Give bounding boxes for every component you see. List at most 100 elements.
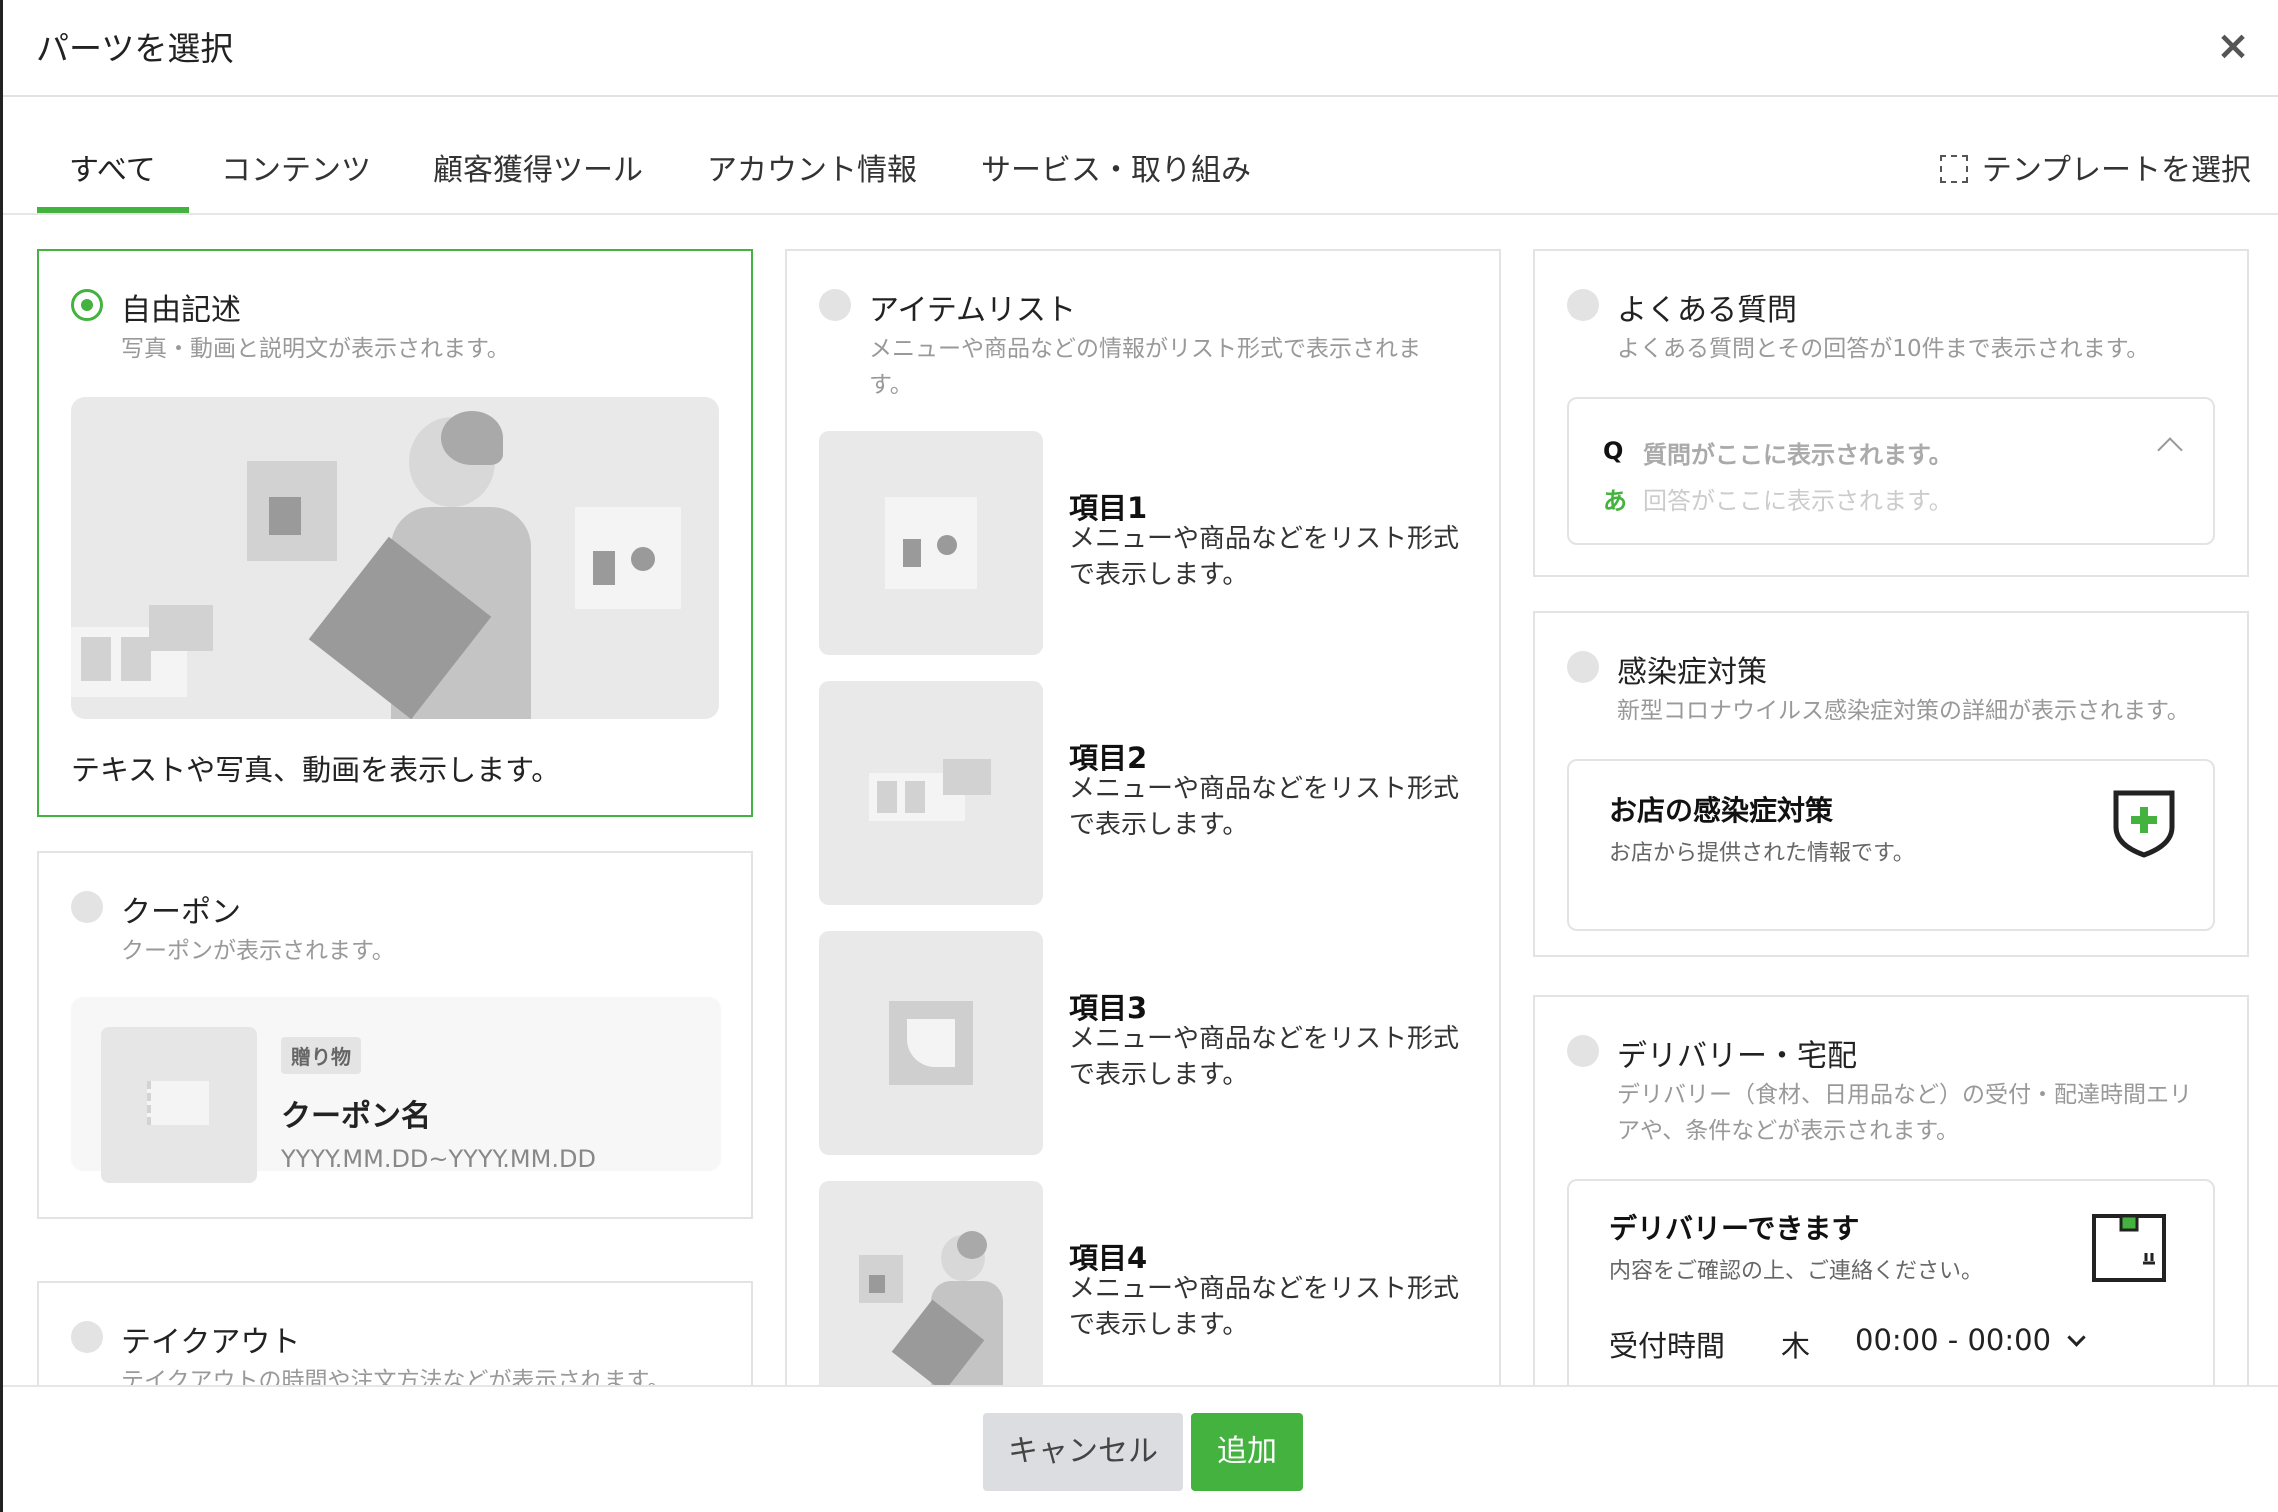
thumb-frame (885, 497, 977, 589)
card-title: テイクアウト (121, 1325, 301, 1360)
delivery-hours: 00:00 - 00:00 (1855, 1323, 2052, 1357)
coupon-image (101, 1027, 257, 1183)
parts-grid: 自由記述 写真・動画と説明文が表示されます。 テキストや写真、動画を表示します。 (3, 215, 2278, 1385)
template-icon (1939, 154, 1968, 183)
card-description: 写真・動画と説明文が表示されます。 (121, 336, 510, 362)
infection-box-desc: お店から提供された情報です。 (1609, 841, 1915, 866)
illustration-frame-right (575, 507, 681, 609)
thumb-shape (903, 539, 921, 567)
radio-coupon[interactable] (71, 891, 103, 923)
item-4-thumbnail (819, 1181, 1043, 1385)
illustration-card-tile (81, 637, 111, 681)
faq-question: 質問がここに表示されます。 (1643, 441, 1953, 469)
dialog-footer: キャンセル 追加 (3, 1385, 2278, 1512)
radio-infection-measures[interactable] (1567, 651, 1599, 683)
radio-takeout[interactable] (71, 1321, 103, 1353)
tab-contents[interactable]: コンテンツ (221, 145, 371, 189)
radio-item-list[interactable] (819, 289, 851, 321)
card-title: デリバリー・宅配 (1617, 1039, 1857, 1074)
item-2-thumbnail (819, 681, 1043, 905)
coupon-period: YYYY.MM.DD~YYYY.MM.DD (281, 1145, 596, 1173)
thumb-tile (905, 781, 925, 813)
delivery-preview: デリバリーできます 内容をご確認の上、ご連絡ください。 受付時間 木 00:00… (1567, 1179, 2215, 1385)
parts-select-dialog: パーツを選択 × すべて コンテンツ 顧客獲得ツール アカウント情報 サービス・… (0, 0, 2278, 1512)
cancel-button[interactable]: キャンセル (983, 1413, 1183, 1491)
item-2-desc-line1: メニューや商品などをリスト形式 (1069, 774, 1460, 804)
faq-a-mark: あ (1603, 487, 1627, 515)
illustration-shape (269, 497, 301, 535)
tab-customer-acquisition[interactable]: 顧客獲得ツール (433, 145, 643, 189)
card-description-line1: デリバリー（食材、日用品など）の受付・配達時間エリ (1617, 1082, 2192, 1108)
illustration-card-overlay (149, 605, 213, 651)
free-text-illustration (71, 397, 719, 719)
card-description-line2: アや、条件などが表示されます。 (1617, 1118, 1960, 1144)
card-description: クーポンが表示されます。 (121, 938, 395, 964)
card-title: クーポン (121, 895, 241, 930)
tab-account-info[interactable]: アカウント情報 (707, 145, 917, 189)
faq-q-mark: Q (1603, 437, 1624, 465)
delivery-box-desc: 内容をご確認の上、ご連絡ください。 (1609, 1259, 1984, 1284)
part-card-free-text[interactable]: 自由記述 写真・動画と説明文が表示されます。 テキストや写真、動画を表示します。 (37, 249, 753, 817)
infection-box-title: お店の感染症対策 (1609, 794, 1834, 827)
delivery-box-icon (2092, 1214, 2166, 1282)
part-card-infection-measures[interactable]: 感染症対策 新型コロナウイルス感染症対策の詳細が表示されます。 お店の感染症対策… (1533, 611, 2249, 957)
card-title: よくある質問 (1617, 293, 1797, 328)
chevron-up-icon (2157, 437, 2183, 463)
tab-all[interactable]: すべて (69, 145, 156, 189)
card-title: アイテムリスト (869, 293, 1076, 328)
delivery-box-title: デリバリーできます (1609, 1212, 1860, 1245)
thumb-overlay (943, 759, 991, 795)
coupon-name: クーポン名 (281, 1099, 431, 1134)
shield-icon (2113, 790, 2175, 858)
illustration-shape-right (593, 551, 615, 585)
part-card-coupon[interactable]: クーポン クーポンが表示されます。 贈り物 クーポン名 YYYY.MM.DD~Y… (37, 851, 753, 1219)
select-template-button[interactable]: テンプレートを選択 (1939, 145, 2251, 189)
faq-answer: 回答がここに表示されます。 (1643, 487, 1953, 515)
item-3-thumbnail (819, 931, 1043, 1155)
card-title: 自由記述 (121, 293, 241, 328)
add-button[interactable]: 追加 (1191, 1413, 1303, 1491)
faq-preview: Q 質問がここに表示されます。 あ 回答がここに表示されます。 (1567, 397, 2215, 545)
card-description: テイクアウトの時間や注文方法などが表示されます。 (121, 1368, 671, 1385)
part-card-faq[interactable]: よくある質問 よくある質問とその回答が10件まで表示されます。 Q 質問がここに… (1533, 249, 2249, 577)
illustration-circle (631, 547, 655, 571)
card-description-line1: メニューや商品などの情報がリスト形式で表示されま (869, 336, 1421, 362)
card-description: 新型コロナウイルス感染症対策の詳細が表示されます。 (1617, 698, 2190, 724)
delivery-day: 木 (1781, 1329, 1811, 1363)
dialog-header: パーツを選択 × (3, 0, 2278, 97)
chevron-down-icon (2067, 1328, 2086, 1347)
card-caption: テキストや写真、動画を表示します。 (71, 753, 561, 787)
close-icon[interactable]: × (2213, 26, 2253, 66)
radio-faq[interactable] (1567, 289, 1599, 321)
radio-delivery[interactable] (1567, 1035, 1599, 1067)
coupon-ticket-icon (147, 1081, 209, 1125)
part-card-delivery[interactable]: デリバリー・宅配 デリバリー（食材、日用品など）の受付・配達時間エリ アや、条件… (1533, 995, 2249, 1385)
item-4-desc-line2: で表示します。 (1069, 1310, 1249, 1340)
item-3-desc-line1: メニューや商品などをリスト形式 (1069, 1024, 1460, 1054)
illustration-hair (441, 411, 503, 465)
illustration-card-tile (121, 637, 151, 681)
card-description-line2: す。 (869, 372, 913, 398)
item-2-desc-line2: で表示します。 (1069, 810, 1249, 840)
thumb-hair (957, 1231, 987, 1259)
thumb-tile (877, 781, 897, 813)
item-1-desc-line1: メニューや商品などをリスト形式 (1069, 524, 1460, 554)
tab-services[interactable]: サービス・取り組み (981, 145, 1251, 189)
item-4-desc-line1: メニューや商品などをリスト形式 (1069, 1274, 1460, 1304)
thumb-circle (937, 535, 957, 555)
item-1-desc-line2: で表示します。 (1069, 560, 1249, 590)
delivery-hours-select[interactable]: 00:00 - 00:00 (1855, 1323, 2086, 1357)
card-description: よくある質問とその回答が10件まで表示されます。 (1617, 336, 2150, 362)
part-card-takeout[interactable]: テイクアウト テイクアウトの時間や注文方法などが表示されます。 (37, 1281, 753, 1385)
thumb-shape (869, 1275, 885, 1293)
coupon-preview: 贈り物 クーポン名 YYYY.MM.DD~YYYY.MM.DD (71, 997, 721, 1183)
active-tab-indicator (37, 207, 189, 213)
item-1-thumbnail (819, 431, 1043, 655)
tab-bar: すべて コンテンツ 顧客獲得ツール アカウント情報 サービス・取り組み テンプレ… (3, 97, 2278, 215)
radio-free-text[interactable] (71, 289, 103, 321)
card-title: 感染症対策 (1617, 655, 1767, 690)
item-3-desc-line2: で表示します。 (1069, 1060, 1249, 1090)
infection-preview: お店の感染症対策 お店から提供された情報です。 (1567, 759, 2215, 931)
select-template-label: テンプレートを選択 (1981, 153, 2251, 188)
part-card-item-list[interactable]: アイテムリスト メニューや商品などの情報がリスト形式で表示されま す。 項目1 … (785, 249, 1501, 1385)
